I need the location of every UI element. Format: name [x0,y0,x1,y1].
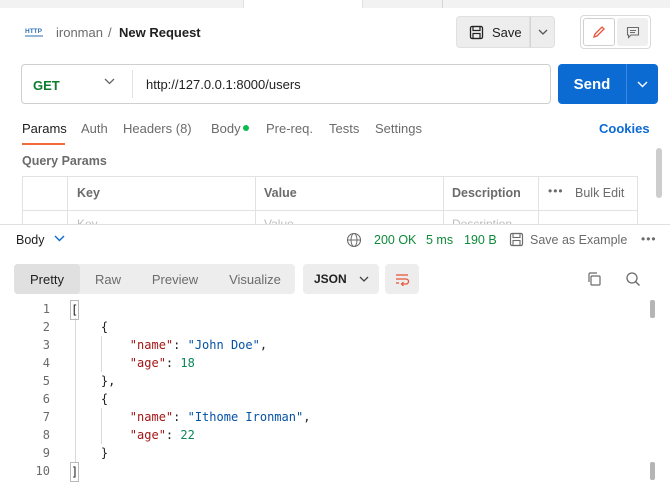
scrollbar-thumb[interactable] [650,300,655,318]
bulk-edit-link[interactable]: Bulk Edit [575,186,624,200]
query-params-table [22,176,638,224]
line-number: 4 [42,356,50,370]
active-window-tab[interactable] [243,0,363,8]
url-input[interactable]: http://127.0.0.1:8000/users [146,77,301,92]
response-body-selector[interactable]: Body [16,233,45,247]
comment-doc-icon [626,26,639,39]
chevron-down-icon [538,29,547,35]
line-number: 7 [42,410,50,424]
edit-mode-button[interactable] [583,18,615,46]
cookies-link[interactable]: Cookies [599,121,650,136]
code-line: }, [72,374,116,388]
save-label: Save [492,24,522,40]
column-header-key: Key [77,186,100,200]
table-row-divider [22,210,638,211]
tab-auth[interactable]: Auth [81,121,108,136]
line-number: 1 [42,302,50,316]
chevron-down-icon[interactable] [104,78,115,85]
scrollbar-thumb[interactable] [656,148,662,198]
line-number: 5 [42,374,50,388]
http-request-icon: HTTP [25,28,43,37]
code-line: "name": "John Doe", [129,338,268,352]
method-select[interactable]: GET [33,78,60,93]
code-line: ] [70,462,80,482]
code-line: "age": 18 [129,356,195,370]
window-tab-strip [0,0,670,8]
column-header-value: Value [264,186,297,200]
breadcrumb-separator: / [108,25,112,40]
tab-visualize[interactable]: Visualize [216,264,294,294]
code-line: [ [70,300,80,320]
chevron-down-icon [359,276,369,282]
globe-icon[interactable] [346,232,362,248]
tab-raw[interactable]: Raw [82,264,134,294]
line-number: 9 [42,446,50,460]
tab-settings[interactable]: Settings [375,121,422,136]
pane-divider[interactable] [0,224,670,225]
code-line: } [72,446,109,460]
save-button[interactable]: Save [456,16,530,48]
response-time[interactable]: 5 ms [426,233,453,247]
table-column-divider [67,176,68,224]
request-name[interactable]: New Request [119,25,201,40]
line-number: 3 [42,338,50,352]
save-options-button[interactable] [530,16,555,48]
tab-tests[interactable]: Tests [329,121,359,136]
tab-preview[interactable]: Preview [138,264,212,294]
save-icon [469,25,484,39]
code-line: "age": 22 [129,428,195,442]
wrap-lines-icon [396,274,410,286]
line-number: 10 [35,464,50,478]
code-line: { [72,392,109,406]
send-options-button[interactable] [626,64,658,104]
breadcrumb-collection[interactable]: ironman [56,25,103,40]
active-tab-indicator [22,143,65,145]
tab-params[interactable]: Params [22,121,67,136]
chevron-down-icon[interactable] [54,235,65,242]
tab-divider [442,0,443,8]
save-icon [509,232,524,247]
status-badge[interactable]: 200 OK [374,233,416,247]
format-select[interactable]: JSON [303,264,379,294]
send-button[interactable]: Send [558,64,626,104]
body-status-dot [243,125,249,131]
query-params-title: Query Params [22,154,107,168]
table-column-divider [443,176,444,224]
url-divider [132,70,133,98]
response-size[interactable]: 190 B [464,233,497,247]
line-number: 2 [42,320,50,334]
column-header-description: Description [452,186,521,200]
tab-headers[interactable]: Headers (8) [123,121,192,136]
code-line: { [72,320,109,334]
wrap-lines-button[interactable] [385,264,419,294]
line-number: 8 [42,428,50,442]
scrollbar-thumb[interactable] [650,462,655,480]
line-number: 6 [42,392,50,406]
pencil-icon [592,26,605,39]
save-as-example-button[interactable]: Save as Example [530,233,627,247]
chevron-down-icon [637,81,648,87]
copy-icon[interactable] [586,271,602,287]
format-label: JSON [314,272,347,286]
tab-pretty[interactable]: Pretty [14,264,80,294]
code-line: "name": "Ithome Ironman", [129,410,311,424]
search-icon[interactable] [625,271,641,287]
svg-text:HTTP: HTTP [25,28,43,35]
more-options-icon[interactable]: ••• [548,184,564,198]
tab-body[interactable]: Body [211,121,241,136]
tab-pre-request[interactable]: Pre-req. [266,121,313,136]
table-column-divider [538,176,539,224]
documentation-mode-button[interactable] [617,18,648,46]
table-column-divider [255,176,256,224]
more-options-icon[interactable]: ••• [641,232,657,246]
